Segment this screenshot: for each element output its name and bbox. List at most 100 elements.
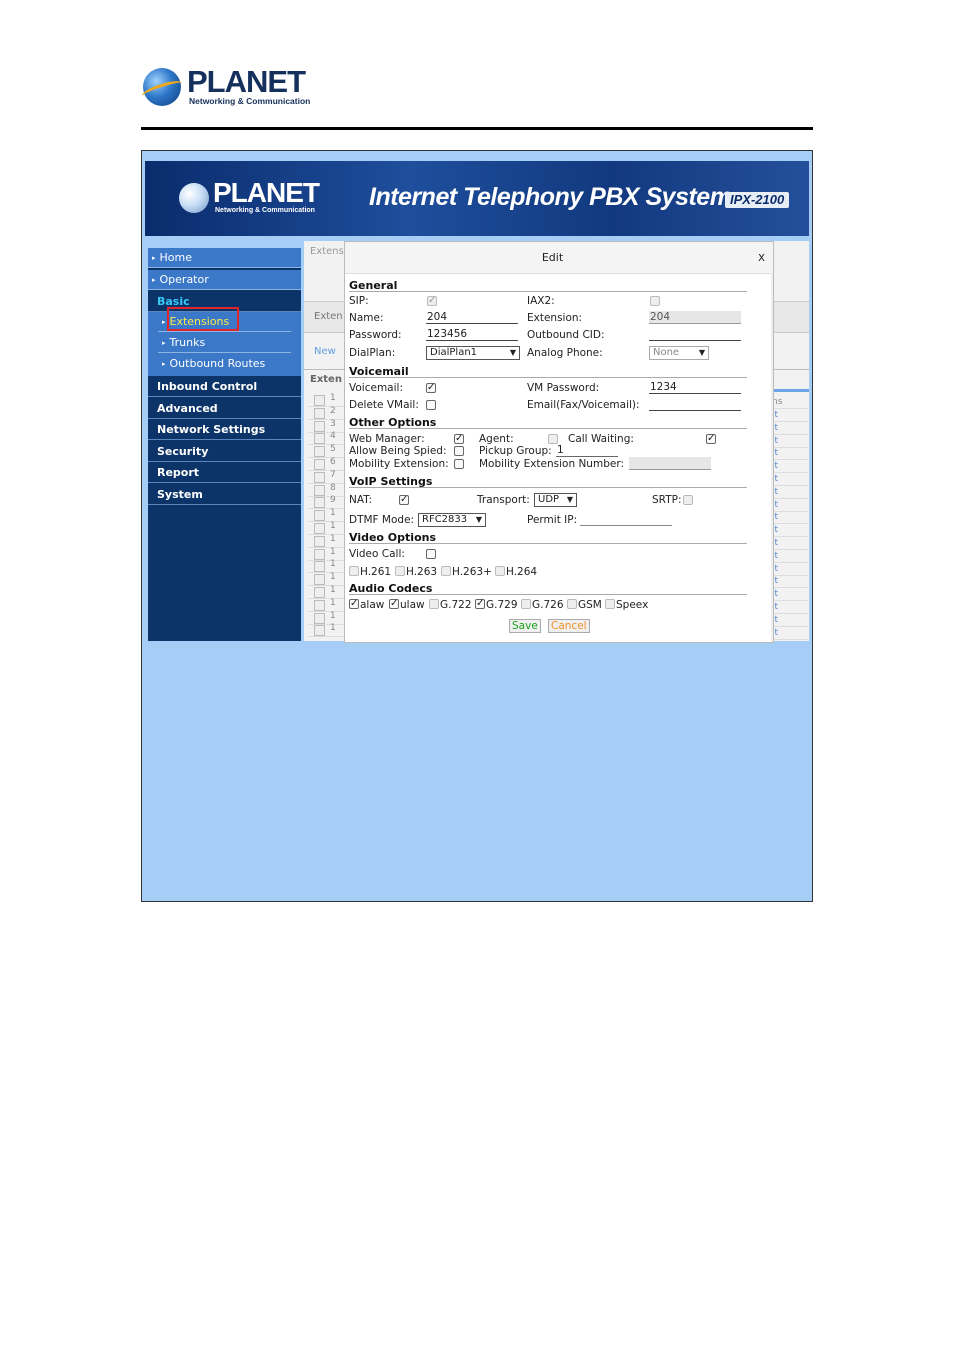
sidebar-section-system[interactable]: System (148, 484, 301, 505)
sidebar-section-label: Advanced (157, 402, 218, 415)
row-edit-link[interactable]: it (770, 448, 808, 461)
table-row: 1 (308, 572, 344, 587)
email-field[interactable] (649, 398, 741, 411)
sidebar-section-label: Network Settings (157, 423, 266, 436)
sidebar-item-trunks[interactable]: ▸ Trunks (158, 333, 291, 353)
row-checkbox[interactable] (314, 420, 325, 432)
voicemail-checkbox[interactable]: ✓ (426, 383, 436, 393)
row-checkbox[interactable] (314, 587, 325, 598)
row-number: 6 (330, 457, 336, 467)
agent-checkbox[interactable] (548, 434, 558, 444)
transport-select[interactable]: UDP ▼ (534, 493, 577, 507)
iax2-checkbox[interactable] (650, 296, 660, 306)
table-row: 1 (308, 611, 344, 625)
tab-extensions[interactable]: Exten (314, 311, 343, 322)
outbound-cid-field[interactable] (649, 328, 741, 341)
close-icon[interactable]: x (758, 250, 765, 264)
g726-checkbox[interactable] (521, 599, 531, 609)
row-checkbox[interactable] (314, 612, 325, 624)
row-edit-link[interactable]: it (770, 551, 808, 563)
row-checkbox[interactable] (314, 446, 325, 458)
delete-vmail-label: Delete VMail: (349, 399, 419, 411)
web-manager-checkbox[interactable]: ✓ (454, 434, 464, 444)
gsm-checkbox[interactable] (567, 599, 577, 609)
row-edit-link[interactable]: it (770, 525, 808, 538)
row-checkbox[interactable] (314, 599, 325, 611)
row-edit-link[interactable]: it (770, 576, 808, 589)
sidebar-item-outbound-routes[interactable]: ▸ Outbound Routes (158, 354, 291, 374)
sidebar-section-report[interactable]: Report (148, 462, 301, 483)
row-edit-link[interactable]: it (770, 628, 808, 640)
row-checkbox[interactable] (314, 497, 325, 509)
row-edit-link[interactable]: it (770, 512, 808, 525)
row-checkbox[interactable] (314, 459, 325, 470)
row-checkbox[interactable] (314, 433, 325, 445)
analog-phone-select[interactable]: None ▼ (649, 346, 709, 360)
row-edit-link[interactable]: it (770, 487, 808, 499)
h263plus-checkbox[interactable] (441, 566, 451, 576)
row-edit-link[interactable]: it (770, 602, 808, 614)
password-field[interactable]: 123456 (426, 328, 518, 341)
row-checkbox[interactable] (314, 574, 325, 586)
row-checkbox[interactable] (314, 407, 325, 419)
sidebar-section-network-settings[interactable]: Network Settings (148, 419, 301, 440)
pickup-group-field[interactable]: 1 (556, 444, 618, 457)
vm-password-field[interactable]: 1234 (649, 381, 741, 394)
row-edit-link[interactable]: it (770, 461, 808, 474)
call-waiting-checkbox[interactable]: ✓ (706, 434, 716, 444)
cancel-button[interactable]: Cancel (548, 619, 590, 633)
row-checkbox[interactable] (314, 625, 325, 637)
agent-label: Agent: (479, 433, 514, 445)
sidebar-item-home[interactable]: ▸ Home (148, 248, 301, 268)
video-call-checkbox[interactable] (426, 549, 436, 559)
sidebar-section-security[interactable]: Security (148, 441, 301, 462)
row-edit-link[interactable]: it (770, 589, 808, 602)
g722-checkbox[interactable] (429, 599, 439, 609)
dialplan-select[interactable]: DialPlan1 ▼ (426, 346, 520, 360)
row-checkbox[interactable] (314, 535, 325, 547)
row-edit-link[interactable]: it (770, 538, 808, 550)
row-edit-link[interactable]: it (770, 423, 808, 435)
sidebar-section-advanced[interactable]: Advanced (148, 398, 301, 419)
speex-checkbox[interactable] (605, 599, 615, 609)
mobility-extension-checkbox[interactable] (454, 459, 464, 469)
row-edit-link[interactable]: it (770, 436, 808, 448)
banner-globe-icon (179, 183, 209, 213)
row-checkbox[interactable] (314, 395, 325, 406)
dialog-scrollbar[interactable] (771, 273, 773, 642)
alaw-checkbox[interactable]: ✓ (349, 599, 359, 609)
g729-checkbox[interactable]: ✓ (475, 599, 485, 609)
permit-ip-field[interactable] (580, 513, 672, 526)
delete-vmail-checkbox[interactable] (426, 400, 436, 410)
row-number: 7 (330, 469, 336, 480)
h264-checkbox[interactable] (495, 566, 505, 576)
row-checkbox[interactable] (314, 523, 325, 534)
dtmf-mode-select[interactable]: RFC2833 ▼ (418, 513, 486, 527)
row-edit-link[interactable]: it (770, 564, 808, 576)
save-button[interactable]: Save (509, 619, 541, 633)
h263-checkbox[interactable] (395, 566, 405, 576)
section-rule (349, 291, 747, 292)
sip-checkbox[interactable]: ✓ (427, 296, 437, 306)
row-checkbox[interactable] (314, 471, 325, 483)
row-edit-link[interactable]: it (770, 500, 808, 512)
sidebar-item-operator[interactable]: ▸ Operator (148, 270, 301, 290)
row-checkbox[interactable] (314, 561, 325, 573)
edit-dialog: Edit x General SIP: ✓ IAX2: Name: 204 Ex… (344, 241, 774, 643)
name-field[interactable]: 204 (426, 311, 518, 324)
row-edit-link[interactable]: it (770, 474, 808, 486)
sidebar-section-inbound-control[interactable]: Inbound Control (148, 376, 301, 397)
srtp-checkbox[interactable] (683, 495, 693, 505)
row-checkbox[interactable] (314, 548, 325, 560)
new-button[interactable]: New (314, 346, 336, 357)
row-edit-link[interactable]: it (770, 615, 808, 627)
nat-checkbox[interactable]: ✓ (399, 495, 409, 505)
sidebar-section-label: Inbound Control (157, 380, 258, 393)
allow-being-spied-checkbox[interactable] (454, 446, 464, 456)
row-checkbox[interactable] (314, 484, 325, 496)
h261-checkbox[interactable] (349, 566, 359, 576)
sidebar: ▸ Home ▸ Operator Basic ▸ Extensions ▸ Trunk… (148, 248, 301, 641)
row-edit-link[interactable]: it (770, 410, 808, 422)
ulaw-checkbox[interactable]: ✓ (389, 599, 399, 609)
row-checkbox[interactable] (314, 510, 325, 522)
